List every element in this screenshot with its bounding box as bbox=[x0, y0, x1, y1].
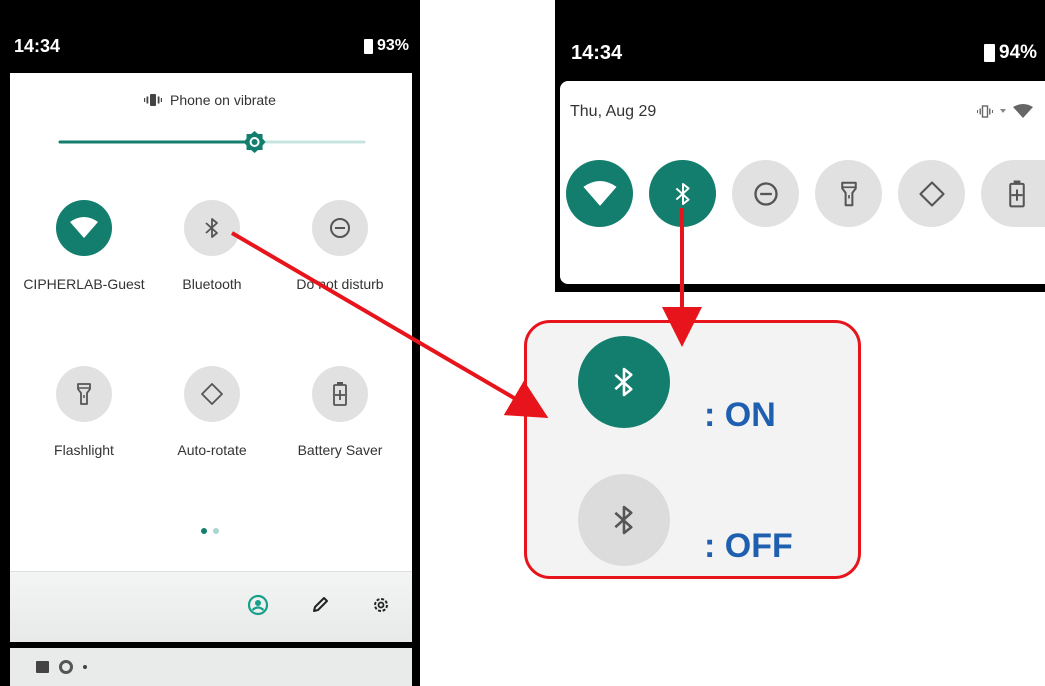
arrow-left-bluetooth-to-legend bbox=[230, 231, 549, 419]
callout-arrows bbox=[230, 208, 702, 419]
